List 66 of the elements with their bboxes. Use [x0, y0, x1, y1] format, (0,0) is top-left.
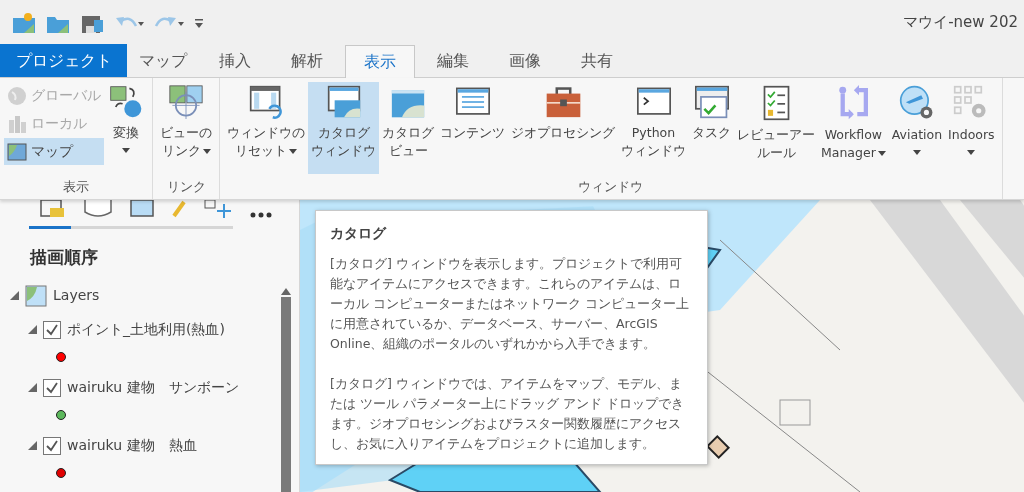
database-icon[interactable]: [84, 200, 112, 218]
map-icon: [7, 141, 27, 162]
tooltip-text: [カタログ] ウィンドウでは、アイテムをマップ、モデル、または ツール パラメーター上にドラッグ アンド ドロップできます。ジオプロセシングおよびラスター関数履歴にアクセスし、お気に入りアイテムをプロジェクトに追加します。: [330, 375, 685, 453]
ribbon-tab[interactable]: 画像: [489, 44, 561, 77]
layer-name: ポイント_土地利用(熱血): [67, 320, 225, 339]
catalog-window-icon: [326, 85, 361, 119]
layer-checkbox[interactable]: [43, 320, 61, 339]
expanded-arrow-icon[interactable]: [10, 291, 19, 300]
scrollbar[interactable]: [281, 288, 291, 492]
ribbon-button[interactable]: ビューの リンク: [157, 82, 215, 174]
ribbon-button[interactable]: 変換: [104, 82, 148, 174]
ribbon-tab[interactable]: 共有: [561, 44, 633, 77]
convert-icon: [109, 85, 143, 119]
ribbon-button[interactable]: コンテンツ: [437, 82, 508, 174]
toolbox-icon: [544, 85, 582, 119]
caret-icon: [289, 148, 297, 154]
selected-tab-indicator: [29, 226, 71, 229]
ribbon-button[interactable]: カタログ ウィンドウ: [308, 82, 379, 174]
ribbon-tab[interactable]: 挿入: [199, 44, 271, 77]
ribbon-button[interactable]: Workflow Manager: [818, 82, 889, 174]
window-reset-icon: [249, 85, 283, 119]
ribbon-button[interactable]: Aviation: [888, 82, 946, 174]
group-label: 表示: [62, 177, 90, 196]
layer-name: wairuku 建物 サンボーン: [67, 378, 239, 397]
buildings-icon: [7, 113, 27, 134]
expanded-arrow-icon[interactable]: [28, 325, 37, 334]
ribbon-tab[interactable]: 編集: [417, 44, 489, 77]
ribbon-button[interactable]: タスク: [689, 82, 734, 174]
add-icon[interactable]: [204, 200, 232, 218]
ribbon-tab[interactable]: プロジェクト: [0, 44, 127, 77]
ribbon-button[interactable]: Python ウィンドウ: [618, 82, 689, 174]
tooltip-title: カタログ: [330, 224, 388, 243]
more-icon[interactable]: [250, 212, 272, 218]
task-icon: [693, 85, 730, 119]
tooltip-text: [カタログ] ウィンドウを表示します。プロジェクトで利用可能なアイテムにアクセスできます。これらのアイテムは、ローカル コンピューターまたはネットワーク コンピューター上に用意されているか、データベース、サーバー、ArcGIS Online、組織のポータルのいずれかから入手できます。: [330, 255, 690, 353]
ribbon-button[interactable]: Indoors: [945, 82, 998, 174]
group-label: ウィンドウ: [577, 177, 645, 196]
scroll-up-arrow-icon[interactable]: [281, 288, 291, 295]
expanded-arrow-icon[interactable]: [28, 441, 37, 450]
group-label: リンク: [165, 177, 207, 196]
layer-checkbox[interactable]: [43, 378, 61, 397]
customize-caret-icon[interactable]: [194, 16, 204, 29]
new-project-icon[interactable]: [12, 11, 36, 34]
caret-icon: [877, 150, 886, 156]
ribbon-tab[interactable]: 解析: [271, 44, 343, 77]
caret-icon: [912, 150, 921, 155]
view-option-button[interactable]: マップ: [4, 138, 104, 165]
layer-name: Layers: [53, 286, 100, 305]
window-title: マウイ-new 202: [903, 12, 1018, 34]
ribbon-button[interactable]: レビューアー ルール: [734, 82, 818, 174]
caret-icon: [202, 148, 211, 154]
caret-icon: [967, 150, 976, 155]
crosshair-icon: [169, 85, 203, 119]
pane-heading: 描画順序: [30, 246, 99, 269]
globe-icon: [7, 85, 27, 106]
ribbon-button[interactable]: ウィンドウの リセット: [224, 82, 308, 174]
ribbon-tab[interactable]: 表示: [345, 45, 415, 78]
ribbon-button[interactable]: カタログ ビュー: [379, 82, 437, 174]
map-icon: [25, 284, 47, 307]
expanded-arrow-icon[interactable]: [28, 383, 37, 392]
layer-checkbox[interactable]: [43, 436, 61, 455]
ribbon-button[interactable]: ジオプロセシング: [508, 82, 618, 174]
caret-icon: [122, 148, 130, 153]
layer-list-icon[interactable]: [40, 200, 66, 218]
layer-name: wairuku 建物 熱血: [67, 436, 197, 455]
ribbon-tab[interactable]: マップ: [127, 44, 199, 77]
